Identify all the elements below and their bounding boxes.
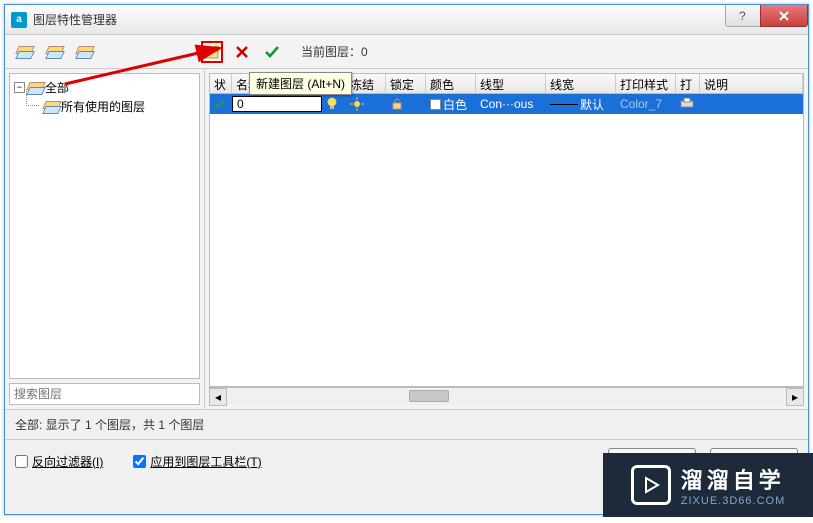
search-wrap [9, 383, 200, 405]
cell-lineweight[interactable]: 默认 [546, 96, 616, 113]
color-swatch [430, 99, 441, 110]
layer-grid[interactable]: 状 名称 开 冻结 锁定 颜色 线型 线宽 打印样式 打 说明 0 [209, 73, 804, 387]
cell-freeze[interactable] [346, 97, 386, 111]
col-lineweight[interactable]: 线宽 [546, 74, 616, 93]
delete-layer-button[interactable] [231, 41, 253, 63]
scroll-right-icon[interactable]: ▸ [786, 388, 804, 406]
svg-text:?: ? [739, 10, 746, 22]
cell-color[interactable]: 白色 [426, 96, 476, 113]
col-color[interactable]: 颜色 [426, 74, 476, 93]
cell-name[interactable]: 0 [232, 96, 322, 112]
watermark-logo-icon [631, 465, 671, 505]
apply-toolbar-input[interactable] [133, 455, 146, 468]
scroll-thumb[interactable] [409, 390, 449, 402]
help-button[interactable]: ? [725, 5, 761, 27]
bulb-on-icon [326, 97, 338, 111]
set-current-button[interactable] [261, 41, 283, 63]
cell-plotstyle[interactable]: Color_7 [616, 97, 676, 111]
invert-filter-input[interactable] [15, 455, 28, 468]
layer-manager-window: a 图层特性管理器 ? 当前图层：0 新建图层 (Alt+N) [4, 4, 809, 515]
cell-lock[interactable] [386, 97, 426, 111]
col-desc[interactable]: 说明 [700, 74, 803, 93]
table-row[interactable]: 0 白色 Con···ous [210, 94, 803, 114]
new-group-filter-icon[interactable] [43, 41, 65, 63]
unlock-icon [390, 97, 404, 111]
col-plot[interactable]: 打 [676, 74, 700, 93]
watermark-url: ZIXUE.3D66.COM [681, 495, 785, 507]
collapse-icon[interactable]: − [14, 82, 25, 93]
layers-icon [44, 101, 58, 113]
apply-toolbar-checkbox[interactable]: 应用到图层工具栏(T) [133, 453, 261, 470]
right-panel: 状 名称 开 冻结 锁定 颜色 线型 线宽 打印样式 打 说明 0 [205, 69, 808, 409]
search-input[interactable] [9, 383, 200, 405]
main-toolbar: 当前图层：0 [5, 35, 808, 69]
left-panel: − 全部 所有使用的图层 [5, 69, 205, 409]
new-filter-icon[interactable] [13, 41, 35, 63]
watermark: 溜溜自学 ZIXUE.3D66.COM [603, 453, 813, 517]
filter-tree[interactable]: − 全部 所有使用的图层 [9, 73, 200, 379]
tree-child-label: 所有使用的图层 [61, 98, 145, 115]
titlebar[interactable]: a 图层特性管理器 ? [5, 5, 808, 35]
cell-on[interactable] [322, 97, 346, 111]
status-bar: 全部: 显示了 1 个图层，共 1 个图层 [5, 409, 808, 439]
horizontal-scrollbar[interactable]: ◂ ▸ [209, 387, 804, 405]
current-layer-label: 当前图层：0 [301, 43, 368, 60]
close-button[interactable] [760, 5, 808, 27]
tree-root[interactable]: − 全部 [14, 78, 195, 97]
window-title: 图层特性管理器 [33, 11, 726, 28]
cell-plot[interactable] [676, 98, 700, 110]
app-icon: a [11, 12, 27, 28]
tree-root-label: 全部 [45, 79, 69, 96]
sun-icon [350, 97, 364, 111]
col-linetype[interactable]: 线型 [476, 74, 546, 93]
cell-status[interactable] [210, 98, 232, 110]
watermark-text: 溜溜自学 [681, 463, 785, 495]
col-lock[interactable]: 锁定 [386, 74, 426, 93]
printer-icon [680, 98, 694, 110]
cell-linetype[interactable]: Con···ous [476, 97, 546, 111]
tree-child[interactable]: 所有使用的图层 [14, 97, 195, 116]
lineweight-preview [550, 104, 578, 105]
col-status[interactable]: 状 [210, 74, 232, 93]
new-layer-button[interactable] [201, 41, 223, 63]
tooltip-new-layer: 新建图层 (Alt+N) [249, 72, 352, 95]
scroll-left-icon[interactable]: ◂ [209, 388, 227, 406]
col-plotstyle[interactable]: 打印样式 [616, 74, 676, 93]
layer-states-icon[interactable] [73, 41, 95, 63]
invert-filter-checkbox[interactable]: 反向过滤器(I) [15, 453, 103, 470]
